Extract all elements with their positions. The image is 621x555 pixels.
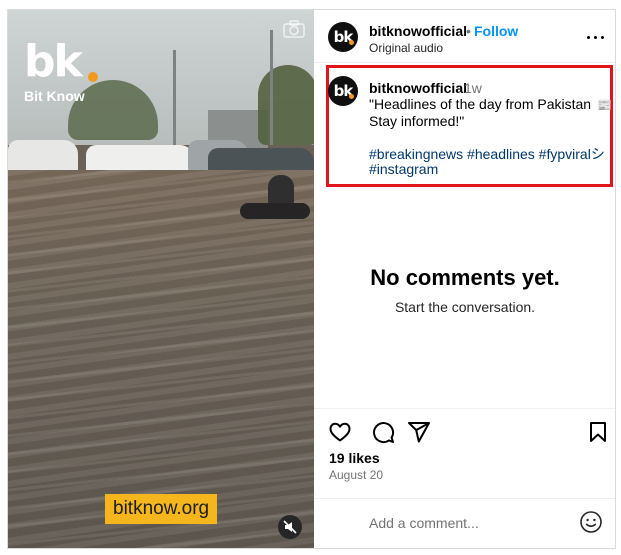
- original-audio-link[interactable]: Original audio: [369, 41, 443, 55]
- video-scene-trees: [258, 65, 314, 145]
- caption-text-line: "Headlines of the day from Pakistan 📰 ✨: [369, 96, 615, 112]
- more-horizontal-icon[interactable]: [586, 30, 606, 46]
- mute-button[interactable]: [278, 515, 302, 539]
- post-video[interactable]: bk Bit Know bitknow.org: [8, 10, 314, 548]
- bitknow-logo: bk Bit Know: [24, 40, 104, 104]
- video-scene-floodwater: [8, 170, 314, 548]
- avatar[interactable]: bk: [328, 22, 358, 52]
- comment-icon[interactable]: [371, 420, 395, 444]
- newspaper-sparkles-emoji: 📰 ✨: [596, 98, 615, 112]
- logo-dot: [88, 72, 98, 82]
- composer-divider: [314, 498, 615, 499]
- caption-text-line: Stay informed!": [369, 113, 465, 129]
- caption-avatar[interactable]: bk: [328, 76, 358, 106]
- post-dialog: bk Bit Know bitknow.org bk bitknowoffici…: [7, 9, 616, 549]
- header-username[interactable]: bitknowofficial: [369, 23, 467, 39]
- post-date[interactable]: August 20: [329, 468, 383, 482]
- likes-count[interactable]: 19 likes: [329, 450, 380, 466]
- bookmark-icon[interactable]: [586, 420, 610, 444]
- caption-timestamp[interactable]: 1w: [464, 80, 482, 96]
- site-watermark: bitknow.org: [105, 494, 218, 524]
- heart-icon[interactable]: [328, 420, 352, 444]
- video-scene-motorcyclist: [240, 175, 310, 223]
- no-comments-subtitle: Start the conversation.: [394, 299, 536, 315]
- post-side-panel: bk bitknowofficial • Follow Original aud…: [314, 10, 615, 548]
- header-divider: [314, 62, 615, 63]
- smiley-icon[interactable]: [579, 510, 603, 534]
- header-separator: •: [466, 23, 471, 39]
- logo-name: Bit Know: [24, 88, 85, 104]
- follow-button[interactable]: Follow: [474, 23, 518, 39]
- video-scene-pole: [270, 30, 273, 145]
- camera-icon: [283, 20, 305, 38]
- video-scene-pole: [173, 50, 176, 145]
- share-icon[interactable]: [407, 420, 431, 444]
- comment-input[interactable]: [369, 512, 569, 534]
- speaker-muted-icon: [283, 520, 297, 534]
- no-comments-title: No comments yet.: [370, 265, 560, 290]
- actions-divider: [314, 408, 615, 409]
- caption-username[interactable]: bitknowofficial: [369, 80, 467, 96]
- caption-hashtag-instagram[interactable]: #instagram: [369, 161, 438, 177]
